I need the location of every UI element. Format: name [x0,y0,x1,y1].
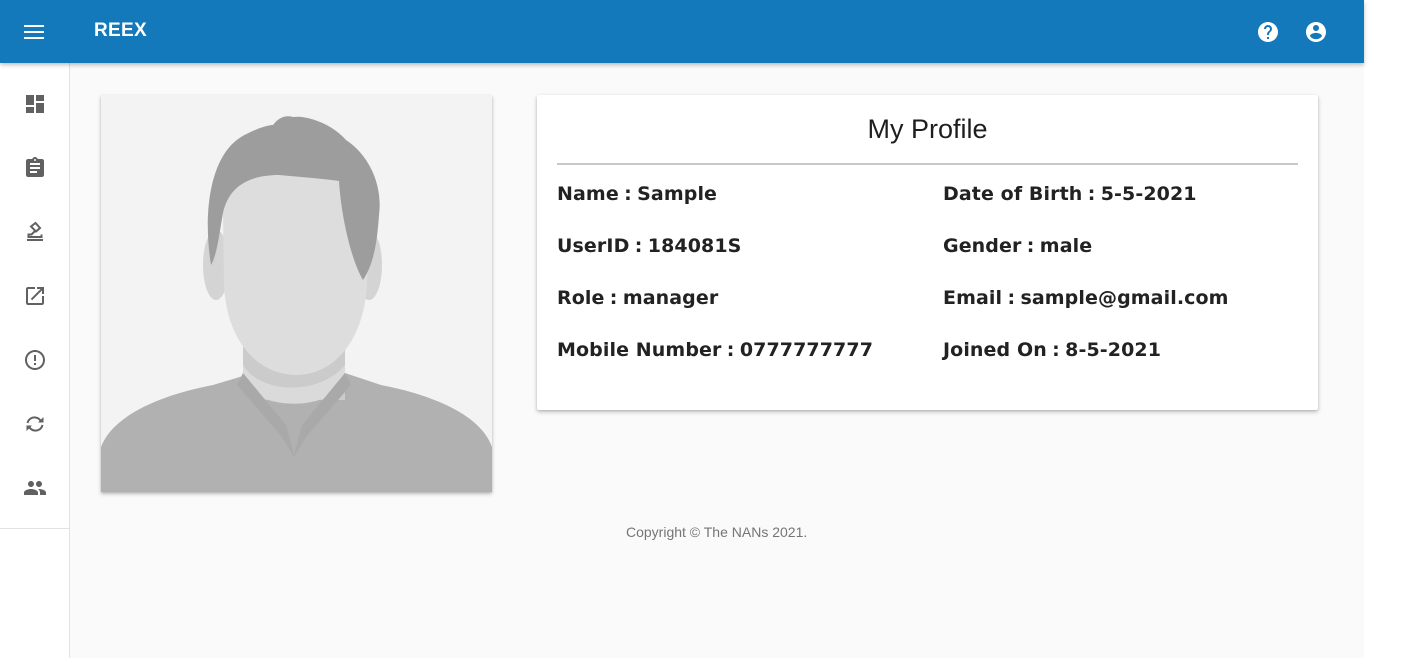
menu-button[interactable] [14,12,54,52]
field-joined-value: 8-5-2021 [1065,339,1162,361]
field-joined-label: Joined On [943,339,1047,361]
sidebar-item-evaluate[interactable] [0,208,69,256]
account-circle-icon [1306,22,1326,42]
people-icon [23,481,46,495]
field-userid-label: UserID [557,235,630,257]
field-mobile-value: 0777777777 [739,339,874,361]
field-gender: Gender: male [943,235,1093,257]
footer-copyright: Copyright © The NANs 2021. [626,524,808,540]
sidebar-item-alerts[interactable] [0,336,69,384]
sidebar-list [0,63,69,529]
menu-icon [24,25,44,39]
sidebar-item-sync[interactable] [0,400,69,448]
help-button[interactable] [1250,14,1286,50]
field-mobile-label: Mobile Number [557,339,722,361]
sidebar-item-people[interactable] [0,464,69,512]
sidebar-item-dashboard[interactable] [0,80,69,128]
field-email-label: Email [943,287,1003,309]
field-email: Email: sample@gmail.com [943,287,1229,309]
profile-divider [557,163,1298,165]
field-dob-label: Date of Birth [943,183,1083,205]
profile-avatar [101,95,492,492]
help-icon [1258,22,1278,42]
app-title: REEX [94,20,147,41]
open-in-new-icon [25,287,44,305]
sidebar-item-assignment[interactable] [0,144,69,192]
sidebar-item-open[interactable] [0,272,69,320]
field-userid: UserID:184081S [557,235,742,257]
field-role-value: manager [622,287,719,309]
stamp-icon [26,221,43,241]
app-root: REEX My Profile Name: Sample UserID: 1… [0,0,1364,658]
avatar-placeholder-icon [101,95,492,492]
field-joined: Joined On:8-5-2021 [943,339,1162,361]
dashboard-icon [25,95,44,113]
profile-card: My Profile Name: Sample UserID:184081S Ro… [537,95,1318,410]
field-name-label: Name [557,183,619,205]
field-role: Role: manager [557,287,719,309]
profile-title: My Profile [867,114,988,144]
clipboard-icon [25,157,44,177]
field-email-value: sample@gmail.com [1020,287,1229,309]
field-role-label: Role [557,287,605,309]
error-outline-icon [24,350,45,370]
field-name-value: Sample [637,183,718,205]
field-userid-value: 184081S [647,235,742,257]
sidebar [0,63,70,658]
account-button[interactable] [1298,14,1334,50]
field-gender-value: male [1039,235,1093,257]
field-name: Name: Sample [557,183,718,205]
field-dob-value: 5-5-2021 [1100,183,1197,205]
field-gender-label: Gender [943,235,1022,257]
field-dob: Date of Birth:5-5-2021 [943,183,1197,205]
field-mobile: Mobile Number:0777777777 [557,339,874,361]
app-bar: REEX [0,0,1364,63]
sync-icon [26,416,43,432]
